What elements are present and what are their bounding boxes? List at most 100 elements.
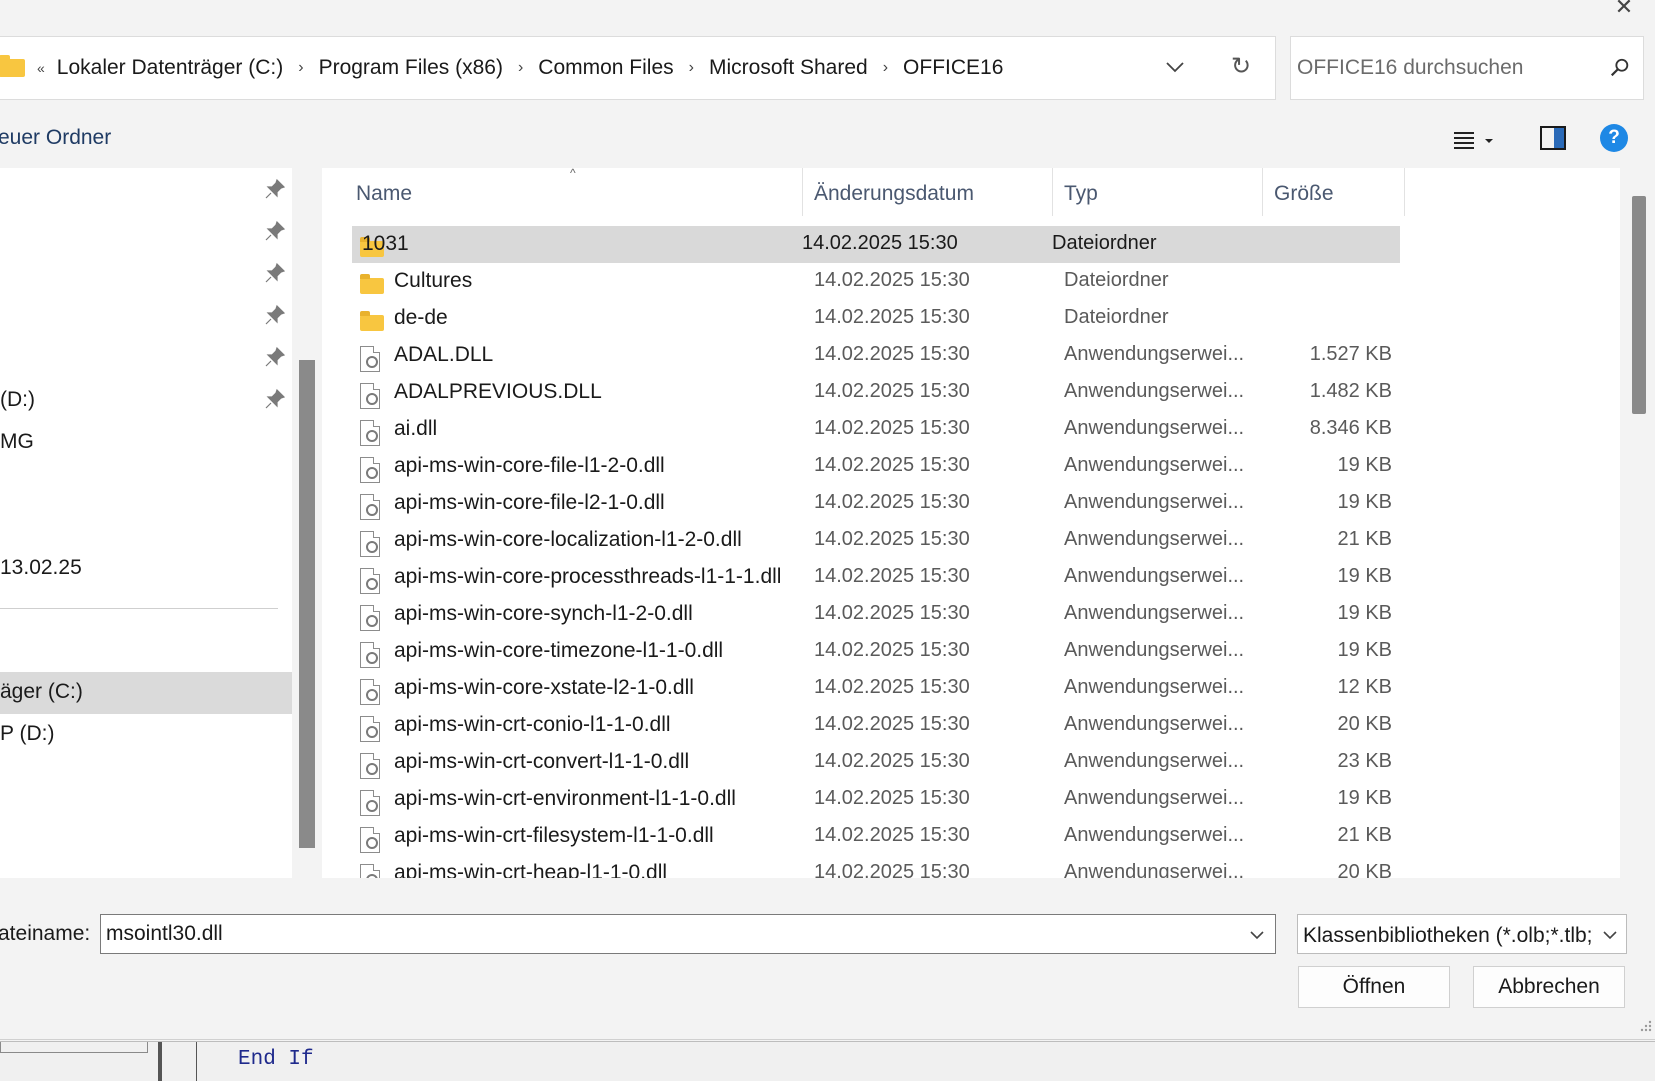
file-size: 1.482 KB <box>1309 380 1392 402</box>
column-divider[interactable] <box>1262 168 1263 216</box>
dll-file-icon <box>360 343 386 372</box>
file-row[interactable]: api-ms-win-crt-environment-l1-1-0.dll 14.… <box>322 781 1620 818</box>
file-date: 14.02.2025 15:30 <box>814 565 970 587</box>
file-name: 1031 <box>362 232 409 255</box>
cancel-button[interactable]: Abbrechen <box>1473 966 1625 1008</box>
breadcrumb-chevron-icon[interactable]: › <box>689 59 694 77</box>
nav-scrollbar-thumb[interactable] <box>299 360 315 848</box>
file-row[interactable]: api-ms-win-core-timezone-l1-1-0.dll 14.02… <box>322 633 1620 670</box>
filename-input[interactable] <box>101 915 1231 953</box>
file-name: api-ms-win-core-localization-l1-2-0.dll <box>394 528 742 551</box>
open-button[interactable]: Öffnen <box>1298 966 1450 1008</box>
pin-icon[interactable] <box>264 262 286 284</box>
file-row[interactable]: ai.dll 14.02.2025 15:30 Anwendungserwei...… <box>322 411 1620 448</box>
chevron-down-icon[interactable] <box>1247 925 1267 945</box>
file-row[interactable]: ADALPREVIOUS.DLL 14.02.2025 15:30 Anwendun… <box>322 374 1620 411</box>
file-row[interactable]: api-ms-win-core-xstate-l2-1-0.dll 14.02.2… <box>322 670 1620 707</box>
file-date: 14.02.2025 15:30 <box>814 602 970 624</box>
file-row[interactable]: api-ms-win-core-localization-l1-2-0.dll 1… <box>322 522 1620 559</box>
pin-icon[interactable] <box>264 304 286 326</box>
nav-item-date[interactable]: 13.02.25 <box>0 556 82 580</box>
file-date: 14.02.2025 15:30 <box>814 343 970 365</box>
address-bar[interactable]: « Lokaler Datenträger (C:) › Program Fil… <box>0 36 1276 100</box>
file-list: ^ Name Änderungsdatum Typ Größe 1031 14.0… <box>322 168 1620 878</box>
file-size: 20 KB <box>1337 713 1392 735</box>
breadcrumb-chevron-icon[interactable]: › <box>883 59 888 77</box>
pin-icon[interactable] <box>264 220 286 242</box>
chevron-down-icon <box>1603 931 1617 940</box>
help-icon[interactable]: ? <box>1600 124 1628 152</box>
breadcrumb-item[interactable]: Microsoft Shared <box>709 56 868 80</box>
preview-pane-icon[interactable] <box>1540 126 1566 150</box>
column-header-name[interactable]: Name <box>356 182 412 206</box>
breadcrumb-item[interactable]: Lokaler Datenträger (C:) <box>57 56 283 80</box>
chevron-down-icon[interactable] <box>1163 55 1187 79</box>
column-header-date[interactable]: Änderungsdatum <box>814 182 974 206</box>
dll-file-icon <box>360 417 386 446</box>
breadcrumb-chevron-icon[interactable]: › <box>298 59 303 77</box>
dll-file-icon <box>360 787 386 816</box>
filename-label: ateiname: <box>0 922 91 945</box>
pin-icon[interactable] <box>264 346 286 368</box>
file-row[interactable]: ADAL.DLL 14.02.2025 15:30 Anwendungserwei.… <box>322 337 1620 374</box>
editor-panel-edge <box>0 1042 148 1053</box>
breadcrumb-item[interactable]: Common Files <box>538 56 673 80</box>
column-header-type[interactable]: Typ <box>1064 182 1098 206</box>
file-type: Anwendungserwei... <box>1064 565 1245 587</box>
new-folder-button[interactable]: euer Ordner <box>0 126 111 150</box>
column-divider[interactable] <box>1404 168 1405 216</box>
column-divider[interactable] <box>802 168 803 216</box>
file-list-scrollbar-thumb[interactable] <box>1632 196 1646 414</box>
breadcrumb-item-current[interactable]: OFFICE16 <box>903 56 1003 80</box>
file-row[interactable]: Cultures 14.02.2025 15:30 Dateiordner <box>322 263 1620 300</box>
editor-code-line[interactable]: End If <box>238 1048 314 1071</box>
search-box[interactable] <box>1290 36 1644 100</box>
filename-combobox[interactable] <box>100 914 1276 954</box>
pin-icon[interactable] <box>264 388 286 410</box>
breadcrumb-overflow-icon[interactable]: « <box>37 60 45 76</box>
file-row[interactable]: api-ms-win-core-file-l1-2-0.dll 14.02.202… <box>322 448 1620 485</box>
view-options-icon[interactable] <box>1452 128 1496 154</box>
file-row[interactable]: de-de 14.02.2025 15:30 Dateiordner <box>322 300 1620 337</box>
file-name: api-ms-win-core-xstate-l2-1-0.dll <box>394 676 694 699</box>
file-row[interactable]: api-ms-win-crt-filesystem-l1-1-0.dll 14.0… <box>322 818 1620 855</box>
resize-grip-icon[interactable] <box>1637 1018 1653 1034</box>
refresh-icon[interactable]: ↻ <box>1227 53 1255 81</box>
dll-file-icon <box>360 861 386 878</box>
nav-item-drive-c[interactable]: äger (C:) <box>0 680 83 704</box>
file-rows: 1031 14.02.2025 15:30 Dateiordner Cultures 1… <box>322 226 1620 878</box>
file-name: api-ms-win-crt-filesystem-l1-1-0.dll <box>394 824 714 847</box>
dll-file-icon <box>360 713 386 742</box>
file-date: 14.02.2025 15:30 <box>814 491 970 513</box>
file-row[interactable]: api-ms-win-crt-conio-l1-1-0.dll 14.02.202… <box>322 707 1620 744</box>
file-date: 14.02.2025 15:30 <box>814 528 970 550</box>
file-type: Dateiordner <box>1064 269 1169 291</box>
breadcrumb-chevron-icon[interactable]: › <box>518 59 523 77</box>
close-icon[interactable]: ✕ <box>1611 0 1637 20</box>
column-header-size[interactable]: Größe <box>1274 182 1334 206</box>
nav-item-drive-d[interactable]: (D:) <box>0 388 35 412</box>
file-type: Anwendungserwei... <box>1064 824 1245 846</box>
file-row[interactable]: api-ms-win-crt-convert-l1-1-0.dll 14.02.2… <box>322 744 1620 781</box>
file-row[interactable]: api-ms-win-core-synch-l1-2-0.dll 14.02.20… <box>322 596 1620 633</box>
folder-icon <box>360 306 386 332</box>
command-bar: euer Ordner ? <box>0 110 1655 166</box>
file-row[interactable]: api-ms-win-crt-heap-l1-1-0.dll 14.02.2025… <box>322 855 1620 878</box>
search-input[interactable] <box>1291 37 1601 99</box>
nav-item-img[interactable]: MG <box>0 430 34 454</box>
file-date: 14.02.2025 15:30 <box>814 380 970 402</box>
search-icon[interactable] <box>1609 57 1631 79</box>
breadcrumb-item[interactable]: Program Files (x86) <box>319 56 503 80</box>
dll-file-icon <box>360 491 386 520</box>
file-row[interactable]: api-ms-win-core-processthreads-l1-1-1.dl… <box>322 559 1620 596</box>
file-type-filter[interactable]: Klassenbibliotheken (*.olb;*.tlb;* <box>1297 914 1627 954</box>
file-size: 12 KB <box>1337 676 1392 698</box>
file-size: 23 KB <box>1337 750 1392 772</box>
file-row[interactable]: api-ms-win-core-file-l2-1-0.dll 14.02.202… <box>322 485 1620 522</box>
file-name: api-ms-win-core-synch-l1-2-0.dll <box>394 602 693 625</box>
column-divider[interactable] <box>1052 168 1053 216</box>
pin-icon[interactable] <box>264 178 286 200</box>
file-size: 19 KB <box>1337 602 1392 624</box>
nav-item-drive-d-2[interactable]: P (D:) <box>0 722 54 746</box>
file-row-selected[interactable]: 1031 14.02.2025 15:30 Dateiordner <box>352 226 1400 263</box>
